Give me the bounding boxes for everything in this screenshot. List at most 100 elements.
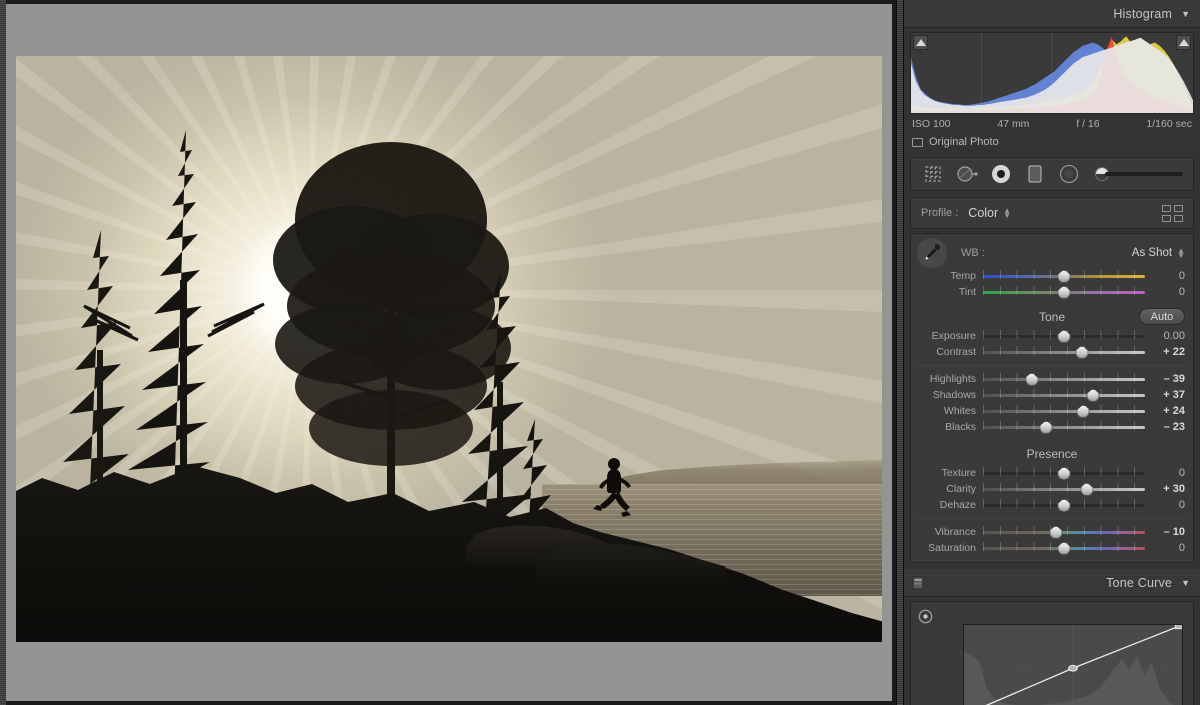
slider-saturation[interactable]: Saturation0 bbox=[911, 540, 1193, 556]
slider-value[interactable]: + 37 bbox=[1145, 389, 1185, 401]
wb-value[interactable]: As Shot bbox=[1132, 247, 1172, 259]
slider-track[interactable] bbox=[983, 372, 1145, 386]
tone-curve-triangle-down-icon[interactable]: ▼ bbox=[1181, 578, 1190, 588]
rectangle-icon bbox=[1027, 164, 1043, 184]
slider-whites[interactable]: Whites+ 24 bbox=[911, 403, 1193, 419]
tool-amount-slider[interactable] bbox=[1095, 167, 1183, 181]
slider-value[interactable]: 0 bbox=[1145, 499, 1185, 511]
tone-curve-panel-header[interactable]: Tone Curve ▼ bbox=[904, 569, 1200, 597]
tone-title: Tone bbox=[1039, 310, 1065, 324]
slider-vibrance[interactable]: Vibrance – 10 bbox=[911, 524, 1193, 540]
image-canvas[interactable] bbox=[6, 4, 892, 701]
targeted-adjustment-button[interactable] bbox=[918, 609, 933, 629]
exif-shutter: 1/160 sec bbox=[1146, 118, 1192, 130]
healing-brush-tool[interactable] bbox=[955, 162, 979, 186]
slider-clarity[interactable]: Clarity + 30 bbox=[911, 481, 1193, 497]
slider-track[interactable] bbox=[983, 541, 1145, 555]
curve-switch-icon[interactable] bbox=[912, 576, 924, 595]
basic-adjustments-panel: WB : As Shot ▲▼ Temp0Tint0 Tone Auto Exp… bbox=[910, 233, 1194, 563]
slider-track[interactable] bbox=[983, 404, 1145, 418]
triangle-down-icon[interactable]: ▼ bbox=[1181, 9, 1190, 19]
white-balance-sliders: Temp0Tint0 bbox=[911, 268, 1193, 300]
shadow-clipping-triangle-icon bbox=[916, 39, 926, 46]
slider-dehaze[interactable]: Dehaze0 bbox=[911, 497, 1193, 513]
circle-gradient-icon bbox=[1059, 164, 1079, 184]
slider-value[interactable]: + 24 bbox=[1145, 405, 1185, 417]
slider-ticks bbox=[983, 389, 1145, 398]
profile-browse-button[interactable] bbox=[1162, 205, 1183, 222]
slider-value[interactable]: – 10 bbox=[1145, 526, 1185, 538]
red-eye-tool[interactable] bbox=[1023, 162, 1047, 186]
auto-tone-button[interactable]: Auto bbox=[1139, 308, 1185, 325]
histogram-title: Histogram bbox=[1113, 7, 1172, 21]
histogram-panel-header[interactable]: Histogram ▼ bbox=[904, 0, 1200, 28]
slider-highlights[interactable]: Highlights– 39 bbox=[911, 371, 1193, 387]
slider-track[interactable] bbox=[983, 269, 1145, 283]
wb-label: WB : bbox=[961, 247, 985, 259]
color-sliders: Vibrance – 10 Saturation0 bbox=[911, 524, 1193, 556]
slider-blacks[interactable]: Blacks – 23 bbox=[911, 419, 1193, 435]
amount-track-line[interactable] bbox=[1105, 172, 1183, 176]
slider-track[interactable] bbox=[983, 525, 1145, 539]
histogram-graph[interactable] bbox=[910, 32, 1194, 114]
slider-track[interactable] bbox=[983, 482, 1145, 496]
presence-title: Presence bbox=[1027, 447, 1078, 461]
photo-preview[interactable] bbox=[16, 56, 882, 642]
slider-track[interactable] bbox=[983, 285, 1145, 299]
slider-track[interactable] bbox=[983, 388, 1145, 402]
tone-sliders-primary: Exposure0.00Contrast+ 22 bbox=[911, 328, 1193, 360]
slider-ticks bbox=[983, 526, 1145, 535]
slider-contrast[interactable]: Contrast+ 22 bbox=[911, 344, 1193, 360]
tone-curve-container bbox=[910, 601, 1194, 705]
slider-value[interactable]: 0 bbox=[1145, 270, 1185, 282]
checkbox-icon[interactable] bbox=[912, 138, 923, 147]
slider-label: Clarity bbox=[917, 483, 983, 495]
slider-shadows[interactable]: Shadows+ 37 bbox=[911, 387, 1193, 403]
slider-ticks bbox=[983, 373, 1145, 382]
exif-iso: ISO 100 bbox=[912, 118, 951, 130]
white-balance-eyedropper-icon bbox=[922, 243, 942, 263]
radial-gradient-tool[interactable] bbox=[1057, 162, 1081, 186]
slider-track[interactable] bbox=[983, 498, 1145, 512]
slider-value[interactable]: 0 bbox=[1145, 286, 1185, 298]
stepper-updown-icon[interactable]: ▲▼ bbox=[1003, 208, 1011, 218]
slider-value[interactable]: 0 bbox=[1145, 542, 1185, 554]
slider-track[interactable] bbox=[983, 345, 1145, 359]
panel-divider[interactable] bbox=[896, 0, 904, 705]
canvas-area bbox=[0, 0, 896, 705]
slider-label: Blacks bbox=[917, 421, 983, 433]
slider-value[interactable]: 0 bbox=[1145, 467, 1185, 479]
slider-label: Vibrance bbox=[917, 526, 983, 538]
slider-ticks bbox=[983, 405, 1145, 414]
profile-row[interactable]: Profile : Color ▲▼ bbox=[910, 197, 1194, 229]
highlight-clipping-button[interactable] bbox=[1176, 35, 1191, 50]
slider-value[interactable]: + 30 bbox=[1145, 483, 1185, 495]
tone-curve-plot[interactable] bbox=[963, 624, 1183, 705]
profile-label: Profile : bbox=[921, 207, 958, 219]
slider-value[interactable]: + 22 bbox=[1145, 346, 1185, 358]
slider-track[interactable] bbox=[983, 420, 1145, 434]
slider-track[interactable] bbox=[983, 329, 1145, 343]
shadow-clipping-button[interactable] bbox=[913, 35, 928, 50]
tone-curve-svg bbox=[964, 625, 1182, 705]
presence-sliders: Texture0 Clarity + 30 Dehaze0 bbox=[911, 465, 1193, 513]
slider-value[interactable]: – 39 bbox=[1145, 373, 1185, 385]
wb-stepper-updown-icon[interactable]: ▲▼ bbox=[1177, 248, 1185, 258]
divider-line-2 bbox=[919, 518, 1185, 519]
profile-value[interactable]: Color bbox=[968, 206, 998, 220]
slider-texture[interactable]: Texture0 bbox=[911, 465, 1193, 481]
slider-value[interactable]: 0.00 bbox=[1145, 330, 1185, 342]
slider-track[interactable] bbox=[983, 466, 1145, 480]
slider-value[interactable]: – 23 bbox=[1145, 421, 1185, 433]
radial-dot-icon bbox=[991, 164, 1011, 184]
slider-temp[interactable]: Temp0 bbox=[911, 268, 1193, 284]
slider-exposure[interactable]: Exposure0.00 bbox=[911, 328, 1193, 344]
exif-focal-length: 47 mm bbox=[997, 118, 1029, 130]
slider-tint[interactable]: Tint0 bbox=[911, 284, 1193, 300]
tone-group-header: Tone Auto bbox=[911, 308, 1193, 328]
white-balance-eyedropper-button[interactable] bbox=[917, 238, 947, 268]
crop-grid-icon bbox=[924, 165, 942, 183]
masking-tool[interactable] bbox=[989, 162, 1013, 186]
original-photo-toggle[interactable]: Original Photo bbox=[904, 133, 1200, 155]
crop-overlay-tool[interactable] bbox=[921, 162, 945, 186]
